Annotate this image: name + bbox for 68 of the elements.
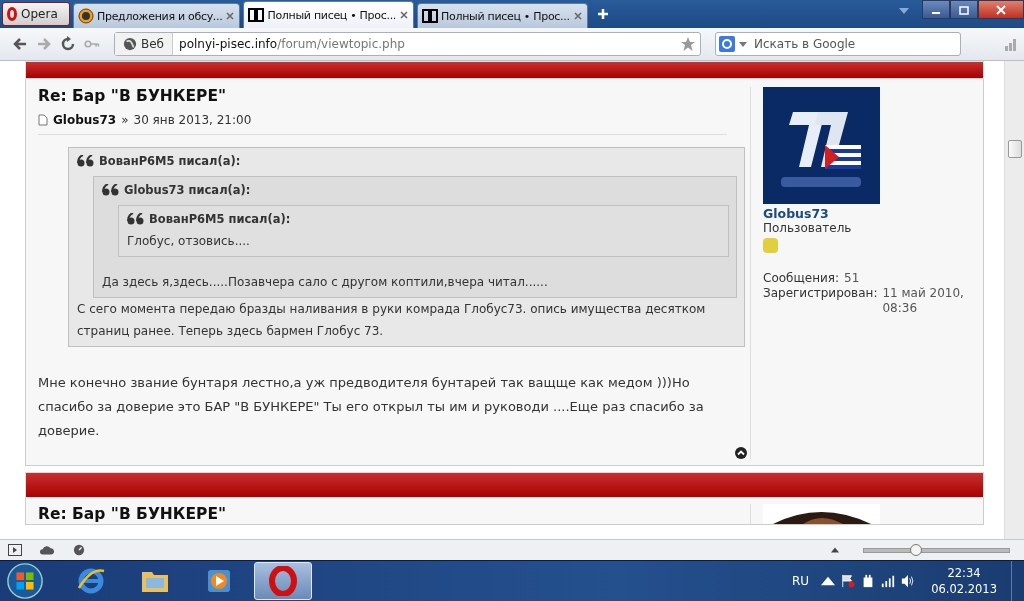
post-title: Re: Бар "В БУНКЕРЕ" (38, 87, 228, 105)
slider-thumb[interactable] (909, 543, 922, 556)
quote-text: Да здесь я,здесь.....Позавчера сало с другом коптили,вчера читал...... (102, 274, 549, 291)
plus-icon[interactable] (596, 8, 609, 20)
address-field[interactable]: Веб polnyi-pisec.info/forum/viewtopic.php (114, 32, 701, 56)
start-button[interactable] (6, 562, 44, 600)
language-indicator[interactable]: RU (792, 574, 810, 588)
cloud-icon[interactable] (40, 544, 54, 556)
quote-author: ВованР6М5 писал(а): (99, 154, 241, 168)
back-icon[interactable] (12, 36, 28, 52)
browser-e-icon (76, 566, 106, 596)
user-rank: Пользователь (763, 221, 853, 235)
quote-author: ВованР6М5 писал(а): (149, 212, 291, 226)
reload-icon[interactable] (60, 36, 76, 52)
web-badge[interactable]: Веб (115, 33, 173, 55)
maximize-button[interactable] (950, 0, 978, 19)
caret-icon[interactable] (739, 42, 747, 47)
close-icon[interactable] (572, 11, 583, 21)
caret-icon[interactable] (821, 574, 836, 588)
separator-text: » (121, 113, 129, 127)
quote-author: Globus73 писал(а): (124, 183, 251, 197)
letter-o-icon (268, 566, 298, 596)
quote-mark-icon (77, 155, 95, 167)
stat-value: 11 май 2010, 08:36 (882, 286, 965, 316)
post-title: Re: Бар "В БУНКЕРЕ" (38, 504, 228, 524)
close-icon (996, 4, 1006, 15)
search-field[interactable]: Искать в Google (715, 32, 961, 56)
minimize-button[interactable] (922, 0, 950, 19)
url-text: polnyi-pisec.info/forum/viewtopic.php (179, 37, 406, 51)
profile-username[interactable]: Globus73 (763, 206, 971, 221)
rank-icon (763, 238, 778, 253)
quote-text: С сего момента передаю бразды наливания в руки комрада Глобус73. опись имущества десятком страниц ранее. Теперь здесь бармен Глобус 73. (77, 301, 707, 340)
quote-text: Глобус, отзовись.... (127, 233, 251, 250)
caret-icon[interactable] (831, 547, 839, 553)
close-button[interactable] (978, 0, 1024, 19)
star-icon[interactable] (680, 36, 696, 52)
forum-icon (422, 8, 439, 24)
browser-tab[interactable]: Полный писец • Прос... (417, 3, 588, 28)
post-text: Мне конечно звание бунтаря лестно,а уж предводителя бунтарей так ващще как медом )))Но спасибо за доверие это БАР "В БУНКЕРЕ" Ты его открыл ты им и руководи ....Еще раз спасибо за доверие. (38, 374, 705, 440)
forum-icon (248, 7, 265, 23)
speaker-icon[interactable] (901, 574, 916, 588)
stat-label: Зарегистрирован: (763, 286, 878, 302)
zoom-slider[interactable] (863, 547, 1010, 553)
close-icon[interactable] (399, 10, 410, 20)
speedometer-icon[interactable] (72, 544, 86, 556)
globe-icon (78, 8, 94, 24)
post-author[interactable]: Globus73 (53, 113, 117, 127)
taskbar-app[interactable] (254, 562, 312, 600)
quote-mark-icon (102, 184, 120, 196)
clock-date[interactable]: 06.02.2013 (931, 581, 997, 597)
signal-bars-icon[interactable] (881, 574, 896, 588)
up-arrow-icon[interactable] (735, 447, 747, 459)
browser-tab[interactable]: Полный писец • Прос... (243, 1, 415, 28)
minimize-icon (932, 11, 940, 14)
maximize-icon (959, 4, 969, 15)
clock-time[interactable]: 22:34 (947, 565, 981, 581)
quote-mark-icon (127, 213, 145, 225)
document-icon (38, 114, 48, 126)
scrollbar[interactable] (1004, 61, 1024, 539)
close-icon[interactable] (225, 11, 236, 21)
panel-toggle-icon[interactable] (8, 544, 22, 556)
flag-icon[interactable] (841, 574, 856, 588)
stat-label: Сообщения: (763, 271, 840, 286)
browser-tab[interactable]: Предложения и обсу... (73, 3, 241, 28)
post-date: 30 янв 2013, 21:00 (133, 113, 252, 127)
stat-value: 51 (844, 271, 860, 286)
opera-menu-button[interactable]: Opera (2, 2, 70, 26)
google-icon[interactable] (719, 36, 735, 52)
